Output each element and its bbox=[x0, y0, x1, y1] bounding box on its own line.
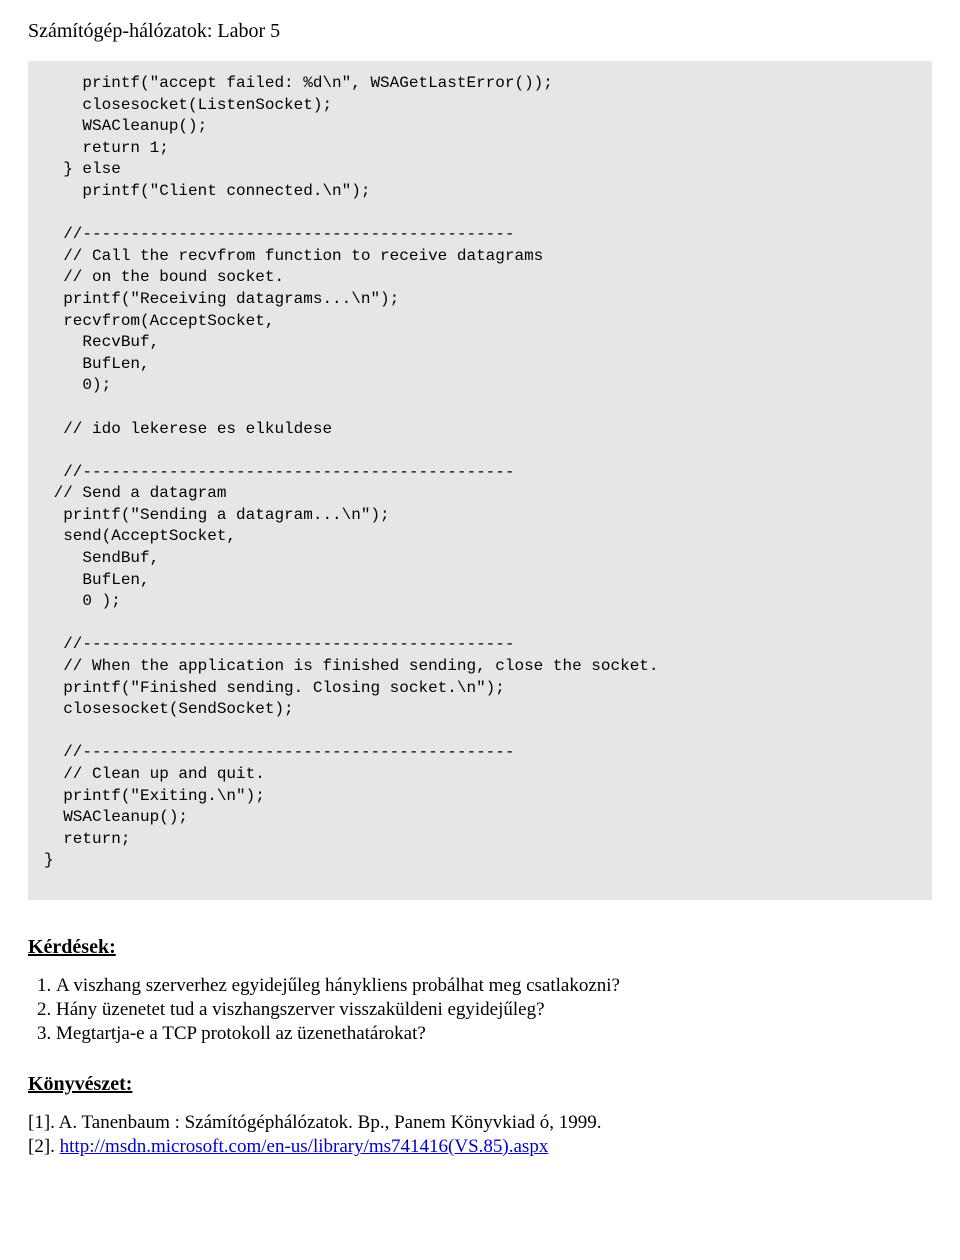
reference-item: [2]. http://msdn.microsoft.com/en-us/lib… bbox=[28, 1136, 932, 1158]
page-header: Számítógép-hálózatok: Labor 5 bbox=[28, 20, 932, 43]
questions-heading: Kérdések: bbox=[28, 936, 932, 959]
references-heading: Könyvészet: bbox=[28, 1073, 932, 1096]
questions-list: A viszhang szerverhez egyidejűleg hánykl… bbox=[28, 975, 932, 1045]
reference-link[interactable]: http://msdn.microsoft.com/en-us/library/… bbox=[60, 1136, 549, 1157]
list-item: A viszhang szerverhez egyidejűleg hánykl… bbox=[56, 975, 932, 997]
reference-item: [1]. A. Tanenbaum : Számítógéphálózatok.… bbox=[28, 1112, 932, 1134]
code-block: printf("accept failed: %d\n", WSAGetLast… bbox=[28, 61, 932, 900]
list-item: Megtartja-e a TCP protokoll az üzenethat… bbox=[56, 1023, 932, 1045]
list-item: Hány üzenetet tud a viszhangszerver viss… bbox=[56, 999, 932, 1021]
references: [1]. A. Tanenbaum : Számítógéphálózatok.… bbox=[28, 1112, 932, 1158]
reference-prefix: [2]. bbox=[28, 1136, 60, 1157]
